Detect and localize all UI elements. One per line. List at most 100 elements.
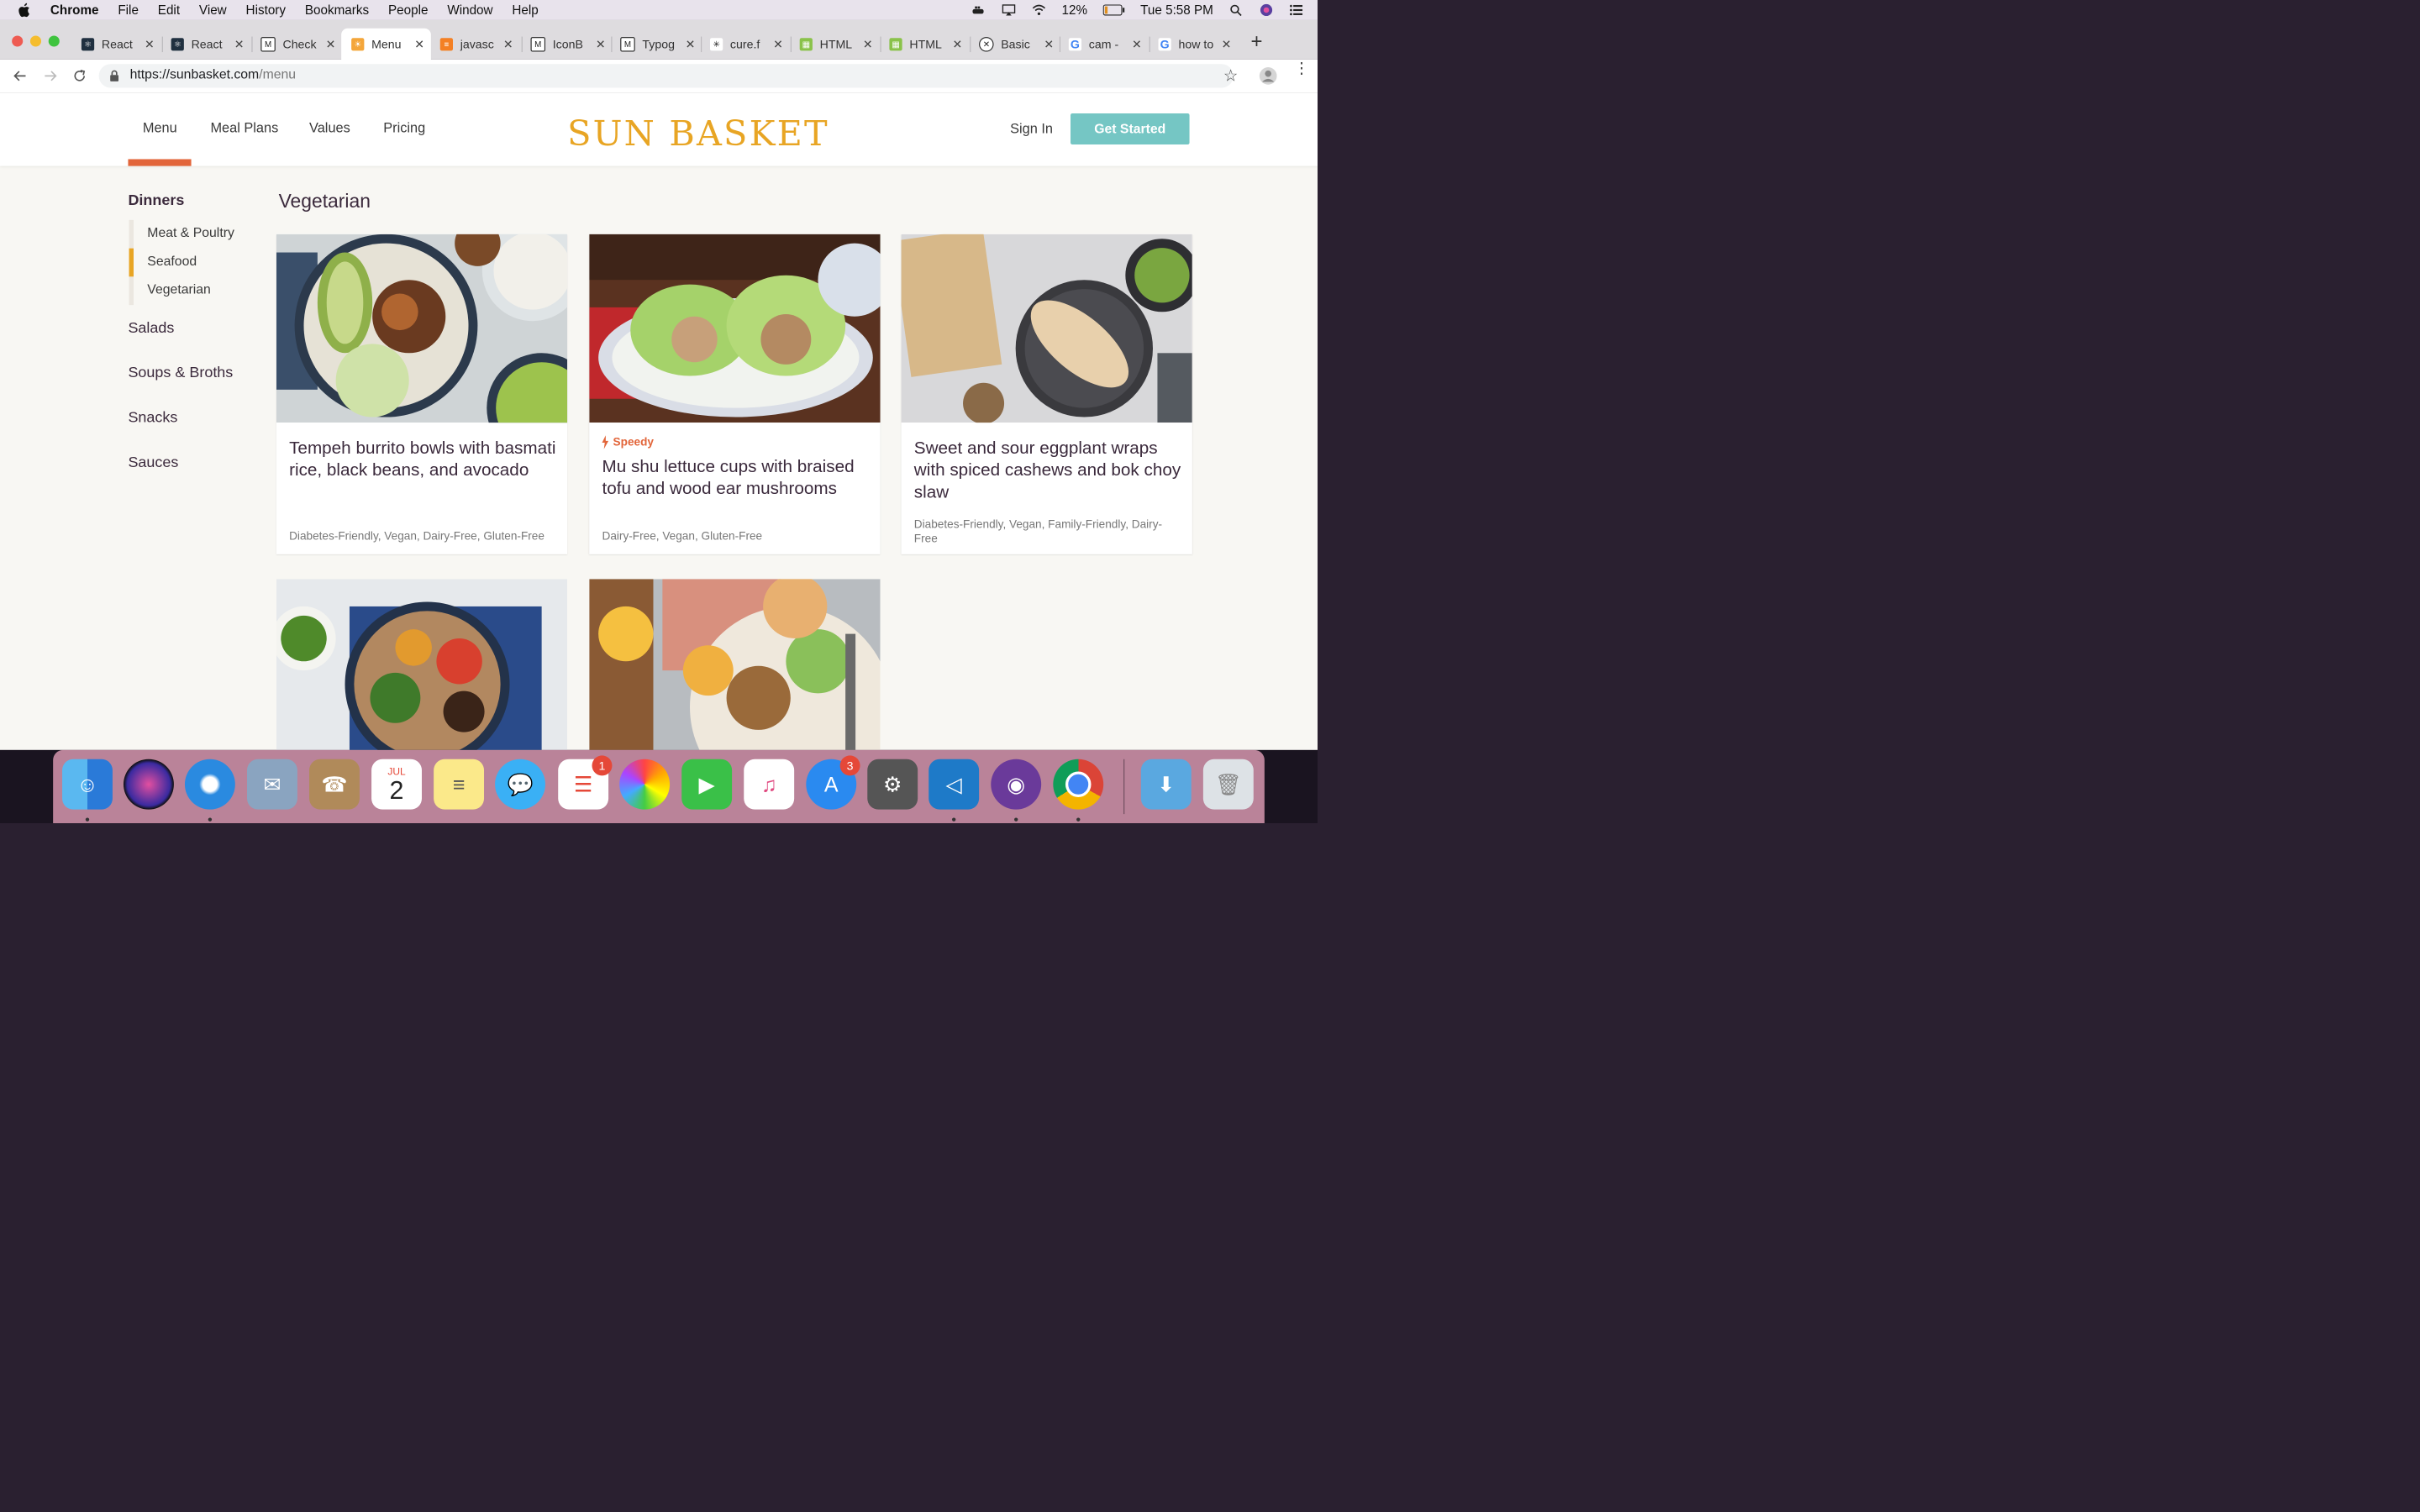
close-window-button[interactable] bbox=[12, 35, 24, 47]
apple-icon[interactable] bbox=[18, 3, 32, 18]
close-tab-icon[interactable]: ✕ bbox=[953, 37, 963, 51]
sun-basket-logo[interactable]: SUN BASKET bbox=[567, 113, 829, 153]
nav-menu[interactable]: Menu bbox=[143, 120, 177, 136]
recipe-title[interactable]: Sweet and sour eggplant wraps with spice… bbox=[914, 437, 1184, 502]
menu-file[interactable]: File bbox=[118, 3, 139, 17]
github-desktop-icon[interactable]: ◉ bbox=[991, 759, 1042, 810]
menu-view[interactable]: View bbox=[199, 3, 227, 17]
sign-in-link[interactable]: Sign In bbox=[1010, 121, 1053, 137]
messages-icon[interactable]: 💬 bbox=[495, 759, 545, 810]
trash-icon[interactable]: 🗑 bbox=[1202, 759, 1254, 810]
close-tab-icon[interactable]: ✕ bbox=[414, 37, 424, 51]
maximize-window-button[interactable] bbox=[48, 35, 60, 47]
contacts-icon[interactable]: ☎ bbox=[309, 759, 360, 810]
chrome-icon[interactable] bbox=[1053, 759, 1104, 810]
photos-icon[interactable] bbox=[619, 759, 671, 810]
close-tab-icon[interactable]: ✕ bbox=[773, 37, 783, 51]
recipe-tags: Diabetes-Friendly, Vegan, Family-Friendl… bbox=[913, 517, 1163, 545]
tab-menu-active[interactable]: ☀ Menu ✕ bbox=[351, 29, 424, 60]
tab-react-2[interactable]: ⚛ React ✕ bbox=[171, 29, 245, 60]
lock-icon[interactable] bbox=[109, 70, 120, 82]
sidebar-item-soups-broths[interactable]: Soups & Broths bbox=[128, 364, 233, 381]
new-tab-icon[interactable]: + bbox=[1251, 30, 1263, 53]
tab-html-2[interactable]: ▦ HTML ✕ bbox=[889, 29, 962, 60]
calendar-icon[interactable]: JUL 2 bbox=[371, 759, 422, 810]
tab-basic[interactable]: ✕ Basic ✕ bbox=[979, 29, 1054, 60]
recipe-card[interactable]: Speedy Mu shu lettuce cups with braised … bbox=[589, 234, 881, 554]
recipe-title[interactable]: Mu shu lettuce cups with braised tofu an… bbox=[602, 455, 871, 499]
vscode-icon[interactable]: ◁ bbox=[929, 759, 980, 810]
sidebar-item-sauces[interactable]: Sauces bbox=[128, 454, 178, 471]
tab-cure[interactable]: ✳ cure.f ✕ bbox=[709, 29, 783, 60]
profile-avatar-icon[interactable] bbox=[1259, 66, 1277, 85]
nav-pricing[interactable]: Pricing bbox=[383, 120, 425, 136]
html-icon: ▦ bbox=[889, 38, 902, 51]
close-tab-icon[interactable]: ✕ bbox=[863, 37, 873, 51]
menu-window[interactable]: Window bbox=[447, 3, 492, 17]
sidebar-heading-dinners[interactable]: Dinners bbox=[128, 192, 184, 209]
tab-react-1[interactable]: ⚛ React ✕ bbox=[81, 29, 155, 60]
clock[interactable]: Tue 5:58 PM bbox=[1140, 3, 1213, 17]
spotlight-search-icon[interactable] bbox=[1228, 3, 1243, 17]
sidebar-item-bar bbox=[129, 248, 134, 277]
system-preferences-icon[interactable]: ⚙ bbox=[867, 759, 918, 810]
react-icon: ⚛ bbox=[171, 38, 184, 51]
safari-icon[interactable]: ✦ bbox=[184, 759, 235, 810]
mail-icon[interactable]: ✉ bbox=[246, 759, 297, 810]
nav-meal-plans[interactable]: Meal Plans bbox=[210, 120, 278, 136]
docker-icon[interactable] bbox=[971, 3, 986, 16]
recipe-title[interactable]: Tempeh burrito bowls with basmati rice, … bbox=[289, 437, 559, 480]
menu-chrome[interactable]: Chrome bbox=[50, 3, 99, 17]
menu-bookmarks[interactable]: Bookmarks bbox=[305, 3, 369, 17]
running-indicator bbox=[951, 817, 956, 822]
siri-icon[interactable] bbox=[1259, 3, 1273, 17]
notes-icon[interactable]: ≡ bbox=[434, 759, 485, 810]
close-tab-icon[interactable]: ✕ bbox=[234, 37, 245, 51]
sidebar-item-snacks[interactable]: Snacks bbox=[128, 408, 177, 426]
recipe-card[interactable]: Sweet and sour eggplant wraps with spice… bbox=[901, 234, 1192, 554]
close-tab-icon[interactable]: ✕ bbox=[596, 37, 606, 51]
tab-typog[interactable]: M Typog ✕ bbox=[620, 29, 695, 60]
tab-cam[interactable]: Gcam - ✕ bbox=[1068, 29, 1142, 60]
close-tab-icon[interactable]: ✕ bbox=[503, 37, 513, 51]
menu-edit[interactable]: Edit bbox=[158, 3, 180, 17]
wifi-icon[interactable] bbox=[1032, 3, 1046, 16]
url-text[interactable]: https://sunbasket.com/menu bbox=[130, 67, 296, 82]
forward-icon[interactable] bbox=[42, 69, 59, 83]
siri-icon[interactable] bbox=[123, 759, 174, 810]
close-tab-icon[interactable]: ✕ bbox=[1222, 37, 1232, 51]
tab-check[interactable]: M Check ✕ bbox=[260, 29, 336, 60]
chrome-menu-icon[interactable]: ⋮ bbox=[1294, 60, 1310, 76]
recipe-card-partial[interactable] bbox=[589, 579, 881, 750]
close-tab-icon[interactable]: ✕ bbox=[686, 37, 696, 51]
get-started-button[interactable]: Get Started bbox=[1070, 113, 1190, 145]
reload-icon[interactable] bbox=[71, 68, 88, 85]
notification-center-icon[interactable] bbox=[1289, 3, 1303, 16]
close-tab-icon[interactable]: ✕ bbox=[145, 37, 155, 51]
recipe-card[interactable]: Tempeh burrito bowls with basmati rice, … bbox=[276, 234, 568, 554]
recipe-card-partial[interactable] bbox=[276, 579, 568, 750]
close-tab-icon[interactable]: ✕ bbox=[1132, 37, 1142, 51]
close-tab-icon[interactable]: ✕ bbox=[326, 37, 336, 51]
facetime-icon[interactable]: ▶ bbox=[681, 759, 733, 810]
tab-how-to[interactable]: Ghow to ✕ bbox=[1158, 29, 1232, 60]
sidebar-item-salads[interactable]: Salads bbox=[128, 318, 174, 336]
menu-help[interactable]: Help bbox=[512, 3, 538, 17]
finder-icon[interactable]: ☺ bbox=[62, 759, 113, 810]
nav-values[interactable]: Values bbox=[309, 120, 350, 136]
downloads-folder-icon[interactable]: ⬇ bbox=[1140, 759, 1192, 810]
menu-people[interactable]: People bbox=[388, 3, 428, 17]
tab-javascript[interactable]: ≡ javasc ✕ bbox=[439, 29, 513, 60]
tab-iconb[interactable]: M IconB ✕ bbox=[530, 29, 606, 60]
tab-html-1[interactable]: ▦ HTML ✕ bbox=[799, 29, 873, 60]
bookmark-star-icon[interactable]: ☆ bbox=[1223, 66, 1239, 85]
back-icon[interactable] bbox=[12, 69, 29, 83]
recipe-tags: Diabetes-Friendly, Vegan, Dairy-Free, Gl… bbox=[289, 529, 544, 543]
minimize-window-button[interactable] bbox=[29, 35, 41, 47]
logo-icon: M bbox=[260, 37, 276, 52]
menu-history[interactable]: History bbox=[246, 3, 286, 17]
itunes-icon[interactable]: ♫ bbox=[744, 759, 795, 810]
close-tab-icon[interactable]: ✕ bbox=[1044, 37, 1054, 51]
battery-icon[interactable] bbox=[1102, 4, 1125, 16]
airplay-icon[interactable] bbox=[1002, 3, 1016, 16]
